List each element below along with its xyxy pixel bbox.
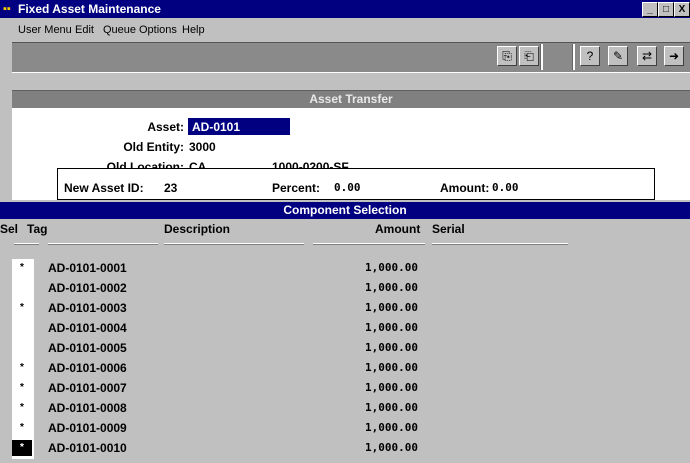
- column-header-tag[interactable]: Tag: [27, 221, 47, 237]
- row-select-cell[interactable]: *: [12, 300, 32, 316]
- find-icon[interactable]: ?: [580, 46, 600, 66]
- row-tag[interactable]: AD-0101-0004: [48, 320, 127, 336]
- maximize-button[interactable]: □: [658, 2, 674, 17]
- window-title: Fixed Asset Maintenance: [18, 2, 161, 16]
- menu-user-menu[interactable]: User Menu: [18, 23, 72, 37]
- menu-help[interactable]: Help: [182, 23, 205, 37]
- close-button[interactable]: X: [674, 2, 690, 17]
- row-tag[interactable]: AD-0101-0010: [48, 440, 127, 456]
- asset-transfer-header: Asset Transfer: [12, 90, 690, 108]
- menu-options[interactable]: Options: [139, 23, 177, 37]
- old-entity-value: 3000: [189, 140, 216, 154]
- minimize-button[interactable]: _: [642, 2, 658, 17]
- title-bar[interactable]: ▪▪ Fixed Asset Maintenance _ □ X: [0, 0, 690, 18]
- row-select-cell[interactable]: [12, 320, 32, 336]
- header-underline-shadow: [14, 244, 39, 245]
- exit-icon[interactable]: ➜: [664, 46, 684, 66]
- menu-bar: User Menu Edit Queue Options Help: [0, 18, 690, 42]
- row-amount: 1,000.00: [365, 401, 418, 414]
- app-icon: ▪▪: [3, 3, 11, 15]
- row-tag[interactable]: AD-0101-0003: [48, 300, 127, 316]
- row-amount: 1,000.00: [365, 421, 418, 434]
- header-underline-shadow: [164, 244, 304, 245]
- row-amount: 1,000.00: [365, 341, 418, 354]
- amount-value[interactable]: 0.00: [492, 180, 519, 196]
- row-select-cell[interactable]: *: [12, 260, 32, 276]
- row-select-cell[interactable]: *: [12, 400, 32, 416]
- row-amount: 1,000.00: [365, 381, 418, 394]
- amount-label: Amount:: [440, 181, 490, 195]
- component-selection-title: Component Selection: [283, 203, 407, 217]
- copy-icon[interactable]: ⎘: [497, 46, 517, 66]
- menu-edit[interactable]: Edit: [75, 23, 94, 37]
- toolbar-divider: [572, 44, 575, 70]
- paste-icon[interactable]: ⎗: [519, 46, 539, 66]
- percent-label: Percent:: [272, 181, 321, 195]
- row-select-cell[interactable]: *: [12, 420, 32, 436]
- new-asset-id-value: 23: [164, 181, 178, 195]
- asset-input[interactable]: AD-0101: [188, 118, 290, 135]
- toolbar-divider: [540, 44, 543, 70]
- row-select-cell[interactable]: *: [12, 380, 32, 396]
- menu-queue[interactable]: Queue: [103, 23, 136, 37]
- row-amount: 1,000.00: [365, 361, 418, 374]
- column-header-serial[interactable]: Serial: [432, 221, 465, 237]
- header-underline-shadow: [48, 244, 158, 245]
- transfer-icon[interactable]: ⇄: [637, 46, 657, 66]
- new-asset-id-label: New Asset ID:: [64, 181, 144, 195]
- row-amount: 1,000.00: [365, 301, 418, 314]
- section-title: Asset Transfer: [309, 92, 393, 106]
- row-select-cell[interactable]: *: [12, 440, 32, 456]
- percent-value[interactable]: 0.00: [334, 180, 361, 196]
- row-select-cell[interactable]: [12, 340, 32, 356]
- row-tag[interactable]: AD-0101-0007: [48, 380, 127, 396]
- notes-icon[interactable]: ✎: [608, 46, 628, 66]
- row-tag[interactable]: AD-0101-0001: [48, 260, 127, 276]
- column-header-sel[interactable]: Sel: [0, 221, 18, 237]
- row-tag[interactable]: AD-0101-0002: [48, 280, 127, 296]
- row-tag[interactable]: AD-0101-0005: [48, 340, 127, 356]
- column-header-description[interactable]: Description: [164, 221, 230, 237]
- row-tag[interactable]: AD-0101-0009: [48, 420, 127, 436]
- old-entity-label: Old Entity:: [123, 140, 184, 154]
- row-tag[interactable]: AD-0101-0008: [48, 400, 127, 416]
- row-amount: 1,000.00: [365, 321, 418, 334]
- asset-label: Asset:: [147, 120, 184, 134]
- header-underline-shadow: [432, 244, 568, 245]
- row-amount: 1,000.00: [365, 441, 418, 454]
- component-selection-header: Component Selection: [0, 202, 690, 219]
- row-amount: 1,000.00: [365, 261, 418, 274]
- header-underline-shadow: [313, 244, 425, 245]
- row-select-cell[interactable]: *: [12, 360, 32, 376]
- row-select-cell[interactable]: [12, 280, 32, 296]
- row-tag[interactable]: AD-0101-0006: [48, 360, 127, 376]
- column-header-amount[interactable]: Amount: [375, 221, 420, 237]
- row-amount: 1,000.00: [365, 281, 418, 294]
